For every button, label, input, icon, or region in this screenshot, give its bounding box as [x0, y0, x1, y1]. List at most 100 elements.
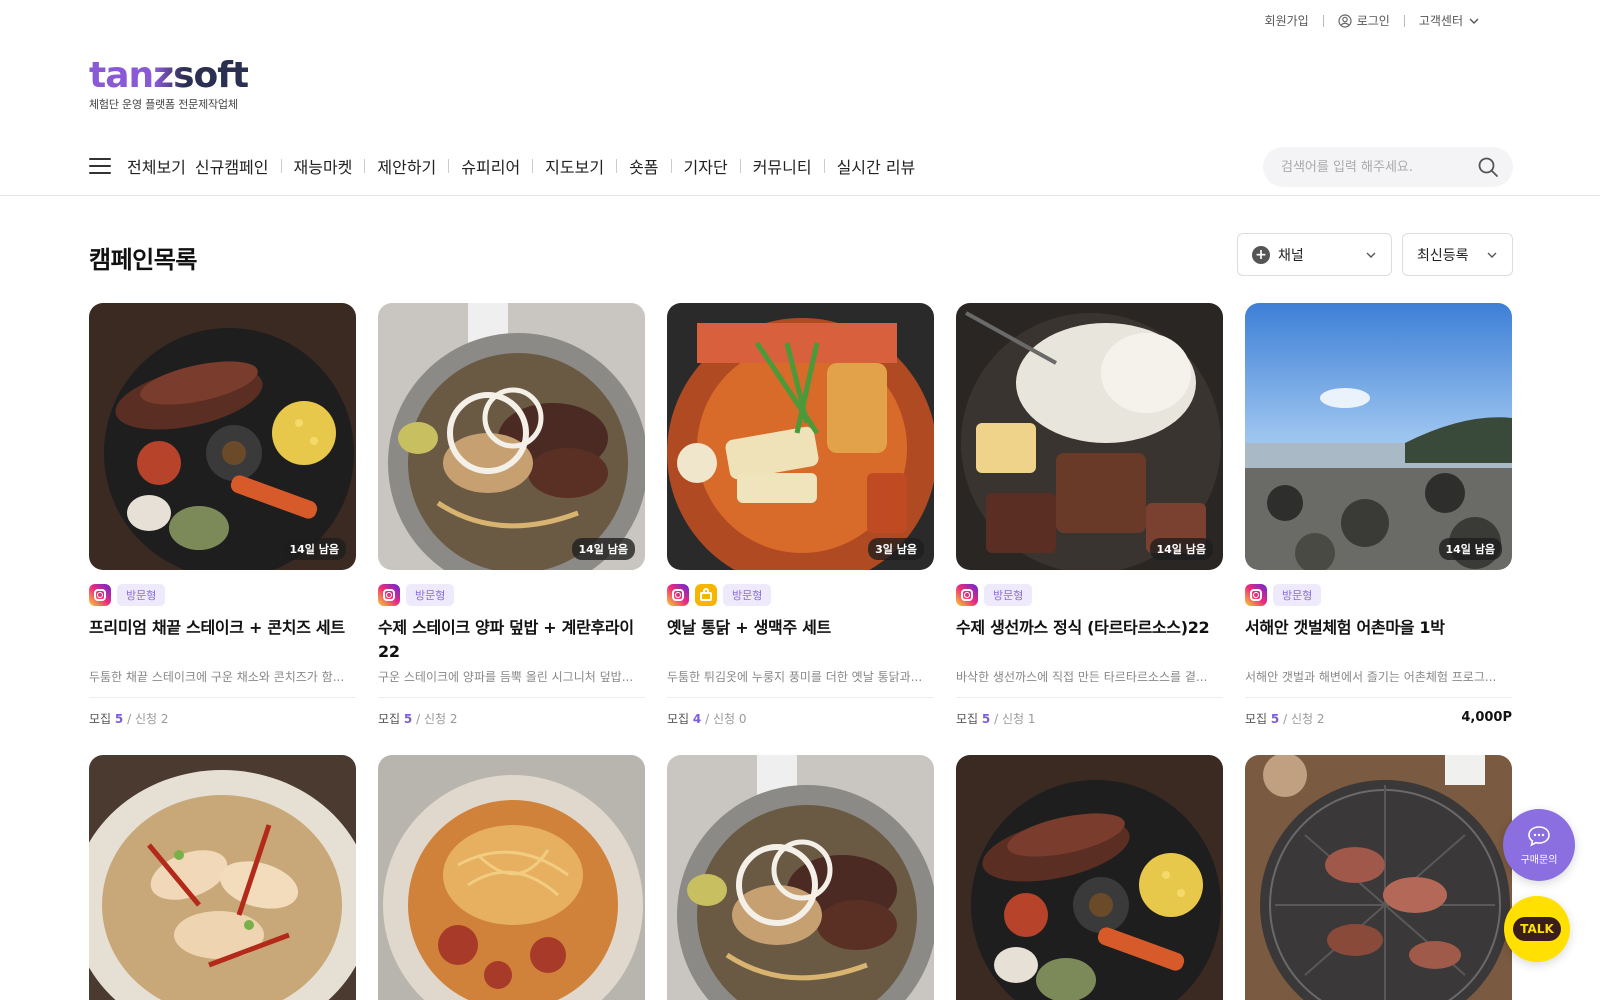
campaign-thumbnail[interactable] — [378, 755, 645, 1000]
campaign-card[interactable] — [956, 755, 1223, 1000]
campaign-badges: 방문형 — [1245, 584, 1512, 606]
campaign-title[interactable]: 서해안 갯벌체험 어촌마을 1박 — [1245, 616, 1512, 664]
campaign-badges: 방문형 — [378, 584, 645, 606]
recruit-value: 5 — [981, 712, 991, 726]
sort-label: 최신등록 — [1417, 247, 1469, 264]
campaign-card[interactable] — [378, 755, 645, 1000]
campaign-card[interactable] — [667, 755, 934, 1000]
kakao-talk-button[interactable]: TALK — [1504, 896, 1570, 962]
reward-points: 4,000P — [1461, 710, 1512, 725]
nav-item-new-campaign[interactable]: 신규캠페인 — [195, 154, 269, 178]
divider — [448, 159, 450, 173]
signup-link[interactable]: 회원가입 — [1265, 12, 1309, 29]
main-nav: 전체보기 신규캠페인 재능마켓 제안하기 슈피리어 지도보기 숏폼 기자단 커뮤… — [89, 150, 915, 182]
campaign-thumbnail[interactable] — [89, 755, 356, 1000]
divider — [1403, 14, 1405, 27]
campaign-thumbnail[interactable]: 14일 남음 — [378, 303, 645, 570]
nav-item-all[interactable]: 전체보기 — [127, 154, 186, 178]
campaign-type-badge: 방문형 — [406, 584, 455, 606]
campaign-card[interactable]: 3일 남음방문형옛날 통닭 + 생맥주 세트두툼한 튀김옷에 누룽지 풍미를 더… — [667, 303, 934, 763]
apply-count: / 신청 1 — [994, 712, 1036, 726]
recruit-count: 모집 4 / 신청 0 — [667, 710, 747, 727]
recruit-label: 모집 — [667, 712, 690, 726]
campaign-thumbnail[interactable] — [1245, 755, 1512, 1000]
campaign-card[interactable] — [89, 755, 356, 1000]
search-input[interactable] — [1281, 159, 1477, 175]
instagram-icon — [1245, 584, 1267, 606]
search-icon[interactable] — [1477, 156, 1499, 178]
logo-tagline: 체험단 운영 플랫폼 전문제작업체 — [89, 98, 238, 111]
campaign-card[interactable]: 14일 남음방문형수제 생선까스 정식 (타르타르소스)22 바삭한 생선까스에 … — [956, 303, 1223, 763]
divider — [823, 159, 825, 173]
campaign-title[interactable]: 수제 생선까스 정식 (타르타르소스)22 — [956, 616, 1223, 664]
campaign-thumbnail[interactable]: 14일 남음 — [1245, 303, 1512, 570]
campaign-type-badge: 방문형 — [1273, 584, 1322, 606]
instagram-icon — [667, 584, 689, 606]
nav-item-map[interactable]: 지도보기 — [545, 154, 604, 178]
nav-item-shortform[interactable]: 숏폼 — [629, 154, 658, 178]
menu-icon[interactable] — [89, 158, 111, 174]
campaign-badges: 방문형 — [956, 584, 1223, 606]
campaign-card[interactable] — [1245, 755, 1512, 1000]
sort-dropdown[interactable]: 최신등록 — [1402, 233, 1513, 276]
recruit-value: 4 — [692, 712, 702, 726]
login-link[interactable]: 로그인 — [1338, 12, 1390, 29]
recruit-count: 모집 5 / 신청 2 — [378, 710, 458, 727]
kakao-talk-label: TALK — [1513, 917, 1561, 941]
signup-label: 회원가입 — [1264, 14, 1309, 28]
days-left-badge: 14일 남음 — [571, 538, 635, 560]
nav-item-talent-market[interactable]: 재능마켓 — [294, 154, 353, 178]
nav-item-superior[interactable]: 슈피리어 — [461, 154, 520, 178]
campaign-badges: 방문형 — [667, 584, 934, 606]
campaign-stats: 모집 5 / 신청 2 — [89, 710, 356, 727]
user-icon — [1338, 13, 1352, 28]
campaign-title[interactable]: 프리미엄 채끝 스테이크 + 콘치즈 세트 — [89, 616, 356, 664]
campaign-thumbnail[interactable]: 14일 남음 — [956, 303, 1223, 570]
campaign-title[interactable]: 수제 스테이크 양파 덮밥 + 계란후라이 22 — [378, 616, 645, 664]
campaign-stats: 모집 5 / 신청 1 — [956, 710, 1223, 727]
page-title: 캠페인목록 — [89, 246, 197, 274]
campaign-description: 두툼한 튀김옷에 누룽지 풍미를 더한 옛날 통닭과... — [667, 668, 934, 698]
instagram-icon — [378, 584, 400, 606]
purchase-inquiry-button[interactable]: 구매문의 — [1503, 809, 1575, 881]
campaign-description: 바삭한 생선까스에 직접 만든 타르타르소스를 곁... — [956, 668, 1223, 698]
campaign-thumbnail[interactable] — [667, 755, 934, 1000]
campaign-thumbnail[interactable]: 14일 남음 — [89, 303, 356, 570]
nav-item-community[interactable]: 커뮤니티 — [753, 154, 812, 178]
apply-count: / 신청 2 — [127, 712, 169, 726]
divider — [532, 159, 534, 173]
instagram-icon — [956, 584, 978, 606]
divider — [364, 159, 366, 173]
support-menu[interactable]: 고객센터 — [1419, 12, 1480, 29]
campaign-card[interactable]: 14일 남음방문형수제 스테이크 양파 덮밥 + 계란후라이 22 구운 스테이크… — [378, 303, 645, 763]
recruit-count: 모집 5 / 신청 1 — [956, 710, 1036, 727]
chevron-down-icon — [1487, 252, 1497, 258]
campaign-description: 서해안 갯벌과 해변에서 즐기는 어촌체험 프로그... — [1245, 668, 1512, 698]
top-utility-bar: 회원가입 로그인 고객센터 — [1265, 12, 1480, 29]
channel-filter-label: 채널 — [1278, 247, 1304, 264]
nav-item-reporters[interactable]: 기자단 — [684, 154, 728, 178]
chat-bubble-icon — [1528, 825, 1550, 847]
campaign-badges: 방문형 — [89, 584, 356, 606]
campaign-thumbnail[interactable]: 3일 남음 — [667, 303, 934, 570]
recruit-value: 5 — [403, 712, 413, 726]
campaign-description: 구운 스테이크에 양파를 듬뿍 올린 시그니처 덮밥... — [378, 668, 645, 698]
campaign-card[interactable]: 14일 남음방문형서해안 갯벌체험 어촌마을 1박서해안 갯벌과 해변에서 즐기… — [1245, 303, 1512, 763]
support-label: 고객센터 — [1418, 14, 1463, 28]
channel-filter-dropdown[interactable]: + 채널 — [1237, 233, 1392, 276]
recruit-value: 5 — [114, 712, 124, 726]
campaign-thumbnail[interactable] — [956, 755, 1223, 1000]
nav-item-live-review[interactable]: 실시간 리뷰 — [837, 154, 916, 178]
campaign-type-badge: 방문형 — [117, 584, 166, 606]
campaign-card[interactable]: 14일 남음 방문형 프리미엄 채끝 스테이크 + 콘치즈 세트 두툼한 채끝 스테이… — [89, 303, 356, 763]
divider — [616, 159, 618, 173]
days-left-badge: 14일 남음 — [282, 538, 346, 560]
apply-count: / 신청 2 — [416, 712, 458, 726]
divider — [280, 159, 282, 173]
campaign-title[interactable]: 옛날 통닭 + 생맥주 세트 — [667, 616, 934, 664]
days-left-badge: 14일 남음 — [1149, 538, 1213, 560]
site-logo[interactable]: tanzsoft 체험단 운영 플랫폼 전문제작업체 — [89, 56, 249, 112]
apply-count: / 신청 0 — [705, 712, 747, 726]
nav-item-propose[interactable]: 제안하기 — [377, 154, 436, 178]
instagram-icon — [89, 584, 111, 606]
